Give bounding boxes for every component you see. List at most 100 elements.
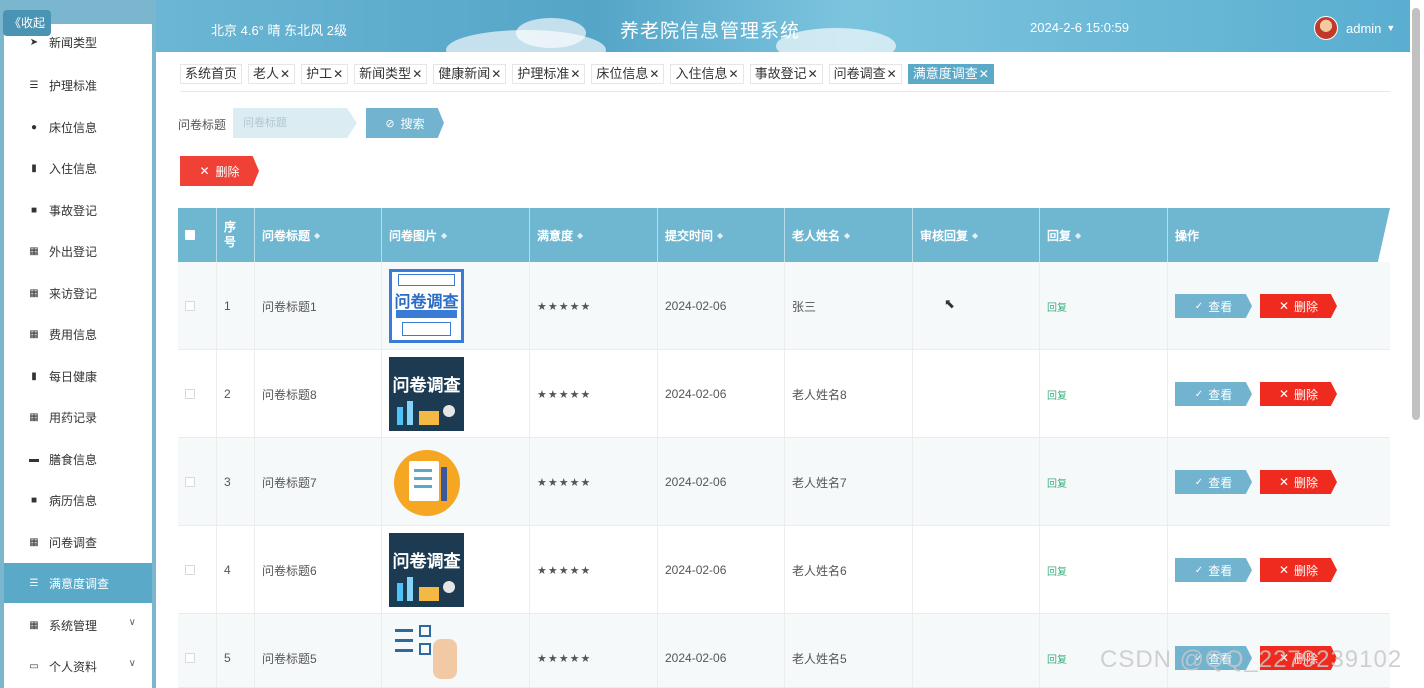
close-icon[interactable]: ✕ — [491, 65, 501, 83]
view-button[interactable]: ✓ 查看 — [1175, 558, 1252, 582]
search-label: 问卷标题 — [178, 118, 227, 132]
questionnaire-image[interactable]: 问卷调查 — [389, 269, 464, 343]
select-all-checkbox[interactable] — [185, 230, 195, 240]
tab-checkin-info[interactable]: 入住信息 ✕ — [670, 64, 744, 84]
delete-button[interactable]: ✕ 删除 — [1260, 382, 1337, 406]
sidebar-item-checkin-info[interactable]: ▮ 入住信息 — [4, 148, 152, 188]
close-icon[interactable]: ✕ — [808, 65, 818, 83]
sidebar-item-daily-health[interactable]: ▮ 每日健康 — [4, 356, 152, 396]
image-band — [396, 310, 457, 318]
th-elder-name[interactable]: 老人姓名 ◆ — [784, 208, 912, 262]
th-title[interactable]: 问卷标题 ◆ — [254, 208, 381, 262]
sidebar-item-medical-record[interactable]: ■ 病历信息 — [4, 480, 152, 520]
table-row: 1 问卷标题1 问卷调查 ★★★★★ 2024-02-06 张三 回复 ✓ 查看 … — [178, 262, 1390, 350]
system-title: 养老院信息管理系统 — [620, 21, 801, 42]
reply-link[interactable]: 回复 — [1047, 299, 1067, 314]
user-menu[interactable]: admin ▼ — [1314, 16, 1395, 40]
tab-bed-info[interactable]: 床位信息 ✕ — [591, 64, 665, 84]
pen-icon — [441, 467, 447, 501]
tab-care-standard[interactable]: 护理标准 ✕ — [512, 64, 586, 84]
tab-label: 新闻类型 — [359, 66, 412, 81]
view-button[interactable]: ✓ 查看 — [1175, 382, 1252, 406]
grid-icon: ▦ — [29, 411, 39, 423]
reply-link[interactable]: 回复 — [1047, 387, 1067, 402]
image-badge — [398, 274, 455, 286]
row-satisfaction: ★★★★★ — [529, 262, 657, 350]
sidebar-item-satisfaction[interactable]: ☰ 满意度调查 — [4, 563, 152, 603]
sidebar-item-accident[interactable]: ■ 事故登记 — [4, 190, 152, 230]
sidebar-item-questionnaire[interactable]: ▦ 问卷调查 — [4, 522, 152, 562]
sidebar-item-care-standard[interactable]: ☰ 护理标准 — [4, 65, 152, 105]
close-icon[interactable]: ✕ — [412, 65, 422, 83]
reply-link[interactable]: 回复 — [1047, 651, 1067, 666]
sidebar-item-medication[interactable]: ▦ 用药记录 — [4, 397, 152, 437]
tab-satisfaction[interactable]: 满意度调查 ✕ — [907, 64, 994, 84]
batch-delete-button[interactable]: ✕ 删除 — [180, 156, 259, 186]
tab-health-news[interactable]: 健康新闻 ✕ — [433, 64, 507, 84]
tab-label: 护工 — [306, 66, 333, 81]
questionnaire-image[interactable]: 问卷调查 — [389, 357, 464, 431]
delete-button[interactable]: ✕ 删除 — [1260, 294, 1337, 318]
questionnaire-image[interactable] — [389, 445, 464, 519]
row-checkbox[interactable] — [185, 301, 195, 311]
view-button[interactable]: ✓ 查看 — [1175, 294, 1252, 318]
th-satisfaction[interactable]: 满意度 ◆ — [529, 208, 657, 262]
tab-questionnaire[interactable]: 问卷调查 ✕ — [828, 64, 902, 84]
close-icon[interactable]: ✕ — [887, 65, 897, 83]
view-button[interactable]: ✓ 查看 — [1175, 470, 1252, 494]
row-actions: ✓ 查看 ✕ 删除 — [1167, 438, 1390, 526]
sort-icon: ◆ — [314, 230, 321, 240]
sidebar-item-fees[interactable]: ▦ 费用信息 — [4, 314, 152, 354]
image-bar — [419, 587, 439, 601]
tab-label: 老人 — [253, 66, 280, 81]
th-submit-time[interactable]: 提交时间 ◆ — [657, 208, 784, 262]
close-icon[interactable]: ✕ — [280, 65, 290, 83]
vertical-scrollbar[interactable] — [1412, 8, 1420, 420]
sidebar-item-label: 来访登记 — [49, 286, 98, 301]
close-icon[interactable]: ✕ — [729, 65, 739, 83]
sidebar-item-visitor[interactable]: ▦ 来访登记 — [4, 273, 152, 313]
search-icon: ⊘ — [385, 117, 395, 130]
avatar — [1314, 16, 1338, 40]
sidebar-item-label: 每日健康 — [49, 369, 98, 384]
sidebar-item-outing[interactable]: ▦ 外出登记 — [4, 231, 152, 271]
tab-accident[interactable]: 事故登记 ✕ — [749, 64, 823, 84]
reply-link[interactable]: 回复 — [1047, 563, 1067, 578]
search-button[interactable]: ⊘ 搜索 — [366, 108, 444, 138]
sidebar-item-profile[interactable]: ▭ 个人资料 ∨ — [4, 646, 152, 686]
sidebar-item-system-admin[interactable]: ▦ 系统管理 ∨ — [4, 605, 152, 645]
delete-button[interactable]: ✕ 删除 — [1260, 470, 1337, 494]
tab-caregiver[interactable]: 护工 ✕ — [301, 64, 349, 84]
sidebar-item-meals[interactable]: ▬ 膳食信息 — [4, 439, 152, 479]
close-icon[interactable]: ✕ — [649, 65, 659, 83]
close-icon[interactable]: ✕ — [570, 65, 580, 83]
th-image[interactable]: 问卷图片 ◆ — [381, 208, 529, 262]
th-label: 问卷标题 — [262, 228, 311, 243]
row-checkbox[interactable] — [185, 653, 195, 663]
collapse-button[interactable]: 《收起 — [3, 10, 51, 36]
row-checkbox[interactable] — [185, 389, 195, 399]
close-icon[interactable]: ✕ — [979, 65, 989, 83]
close-icon: ✕ — [1278, 475, 1290, 489]
sidebar-item-bed-info[interactable]: ● 床位信息 — [4, 107, 152, 147]
delete-button[interactable]: ✕ 删除 — [1260, 558, 1337, 582]
tab-home[interactable]: 系统首页 — [180, 64, 243, 84]
row-checkbox[interactable] — [185, 565, 195, 575]
close-icon[interactable]: ✕ — [333, 65, 343, 83]
row-review — [912, 350, 1039, 438]
clipboard-icon: ■ — [30, 204, 38, 216]
image-text: 问卷调查 — [392, 552, 461, 571]
sidebar-item-label: 护理标准 — [49, 78, 98, 93]
cloud-decoration — [516, 18, 586, 48]
checkbox-image — [419, 643, 431, 655]
questionnaire-image[interactable]: 问卷调查 — [389, 533, 464, 607]
row-review — [912, 438, 1039, 526]
tab-news-type[interactable]: 新闻类型 ✕ — [354, 64, 428, 84]
row-checkbox[interactable] — [185, 477, 195, 487]
th-reply[interactable]: 回复 ◆ — [1039, 208, 1167, 262]
tab-elder[interactable]: 老人 ✕ — [248, 64, 296, 84]
questionnaire-image[interactable] — [389, 621, 464, 688]
search-input[interactable] — [233, 108, 357, 138]
reply-link[interactable]: 回复 — [1047, 475, 1067, 490]
th-review[interactable]: 审核回复 ◆ — [912, 208, 1039, 262]
